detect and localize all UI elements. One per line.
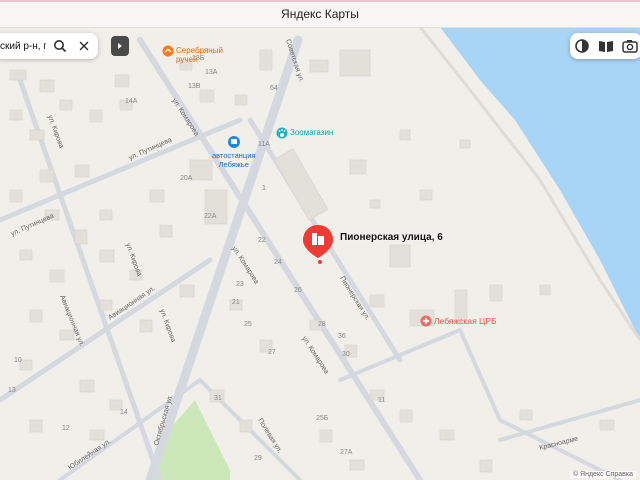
- title-accent-line: [0, 0, 640, 2]
- chevron-right-icon: [118, 43, 122, 49]
- house-number: 22: [258, 237, 266, 244]
- house-number: 14: [120, 409, 128, 416]
- house-number: 13В: [188, 83, 201, 90]
- search-input[interactable]: ский р-н, г: [0, 41, 46, 52]
- house-number: 20А: [180, 175, 193, 182]
- stream-icon: [162, 45, 174, 57]
- house-number: 28: [318, 321, 326, 328]
- hospital-icon: [420, 315, 432, 327]
- camera-icon[interactable]: [621, 37, 639, 55]
- map-toolbar: [570, 33, 640, 59]
- window-titlebar: Яндекс Карты: [0, 0, 640, 28]
- hospital-label[interactable]: Лебяжская ЦРБ: [434, 316, 497, 326]
- house-number: 26: [294, 287, 302, 294]
- panel-toggle-button[interactable]: [111, 36, 129, 56]
- map-canvas[interactable]: 13Б 13В 13А 14А 64 11А 20А 22А 22 24 26 …: [0, 27, 640, 480]
- house-number: 12: [62, 425, 70, 432]
- house-number: 13А: [205, 69, 218, 76]
- house-number: 23: [236, 281, 244, 288]
- bus-station-icon: [228, 136, 240, 148]
- house-number: 24: [274, 259, 282, 266]
- house-number: 21: [232, 299, 240, 306]
- search-icon[interactable]: [50, 36, 70, 56]
- house-number: 25Б: [316, 415, 329, 422]
- search-box[interactable]: ский р-н, г: [0, 33, 98, 59]
- house-number: 25: [244, 321, 252, 328]
- station-label-line2: Лебяжье: [218, 160, 249, 169]
- house-number: 13: [8, 387, 16, 394]
- paw-icon: [276, 127, 288, 139]
- address-label[interactable]: Пионерская улица, 6: [340, 232, 443, 243]
- house-number: 64: [270, 85, 278, 92]
- house-number: 11: [378, 397, 385, 404]
- house-number: 30: [342, 351, 350, 358]
- station-label-line1: автостанция: [212, 151, 256, 160]
- house-number: 27: [268, 349, 276, 356]
- house-number: 11А: [258, 141, 270, 148]
- house-number: 10: [14, 357, 22, 364]
- house-number: 29: [254, 455, 262, 462]
- close-icon[interactable]: [74, 36, 94, 56]
- house-number: 14А: [125, 98, 138, 105]
- book-icon[interactable]: [597, 37, 615, 55]
- zoo-label[interactable]: Зоомагазин: [290, 128, 333, 137]
- house-number: 1: [262, 185, 266, 192]
- house-number: 31: [214, 395, 222, 402]
- map-copyright[interactable]: © Яндекс Справка: [569, 471, 636, 478]
- window-title: Яндекс Карты: [281, 6, 359, 21]
- layers-icon[interactable]: [573, 37, 591, 55]
- house-number: 36: [338, 333, 346, 340]
- stream-label[interactable]: Серебряный ручей: [176, 46, 232, 64]
- house-number: 27А: [340, 449, 353, 456]
- station-label[interactable]: автостанция Лебяжье: [212, 151, 255, 169]
- house-number: 22А: [204, 213, 217, 220]
